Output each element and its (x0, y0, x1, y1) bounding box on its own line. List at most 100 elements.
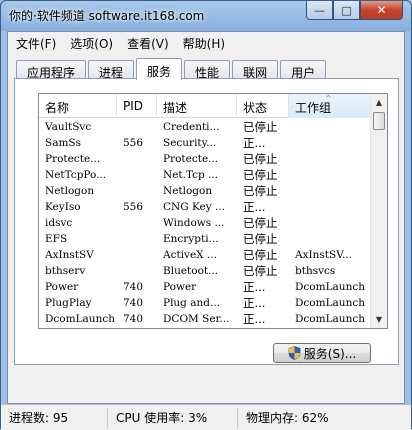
service-description: Security... (163, 137, 217, 149)
scroll-up-icon[interactable]: ▲ (371, 94, 387, 111)
tab-applications[interactable]: 应用程序 (16, 60, 87, 80)
service-status: 正... (243, 136, 266, 150)
service-status: 已停止 (243, 216, 278, 230)
service-name: Netlogon (45, 185, 95, 197)
table-row[interactable]: VaultSvc Credenti... 已停止 (39, 119, 372, 135)
table-row[interactable]: Protecte... Protecte... 已停止 (39, 151, 372, 167)
title-bar[interactable]: 你的·软件频道 software.it168.com — □ ✕ (1, 1, 411, 31)
service-description: Power (163, 281, 197, 293)
service-description: Encrypti... (163, 233, 219, 245)
tab-processes[interactable]: 进程 (88, 60, 135, 80)
service-status: 已停止 (243, 264, 278, 278)
service-pid: 556 (123, 201, 144, 213)
service-name: VaultSvc (45, 121, 92, 133)
service-status: 正... (243, 200, 266, 214)
client-area: 文件(F) 选项(O) 查看(V) 帮助(H) 应用程序 进程 服务 性能 联网… (7, 31, 405, 404)
table-row[interactable]: WinHttpA... WinHTTP ...已停止LocalSer... (39, 327, 372, 328)
task-manager-window: 你的·软件频道 software.it168.com — □ ✕ 文件(F) 选… (0, 0, 412, 430)
service-status: 已停止 (237, 327, 289, 328)
tab-networking[interactable]: 联网 (232, 60, 279, 80)
service-pid (117, 263, 157, 279)
service-description: Netlogon (163, 185, 213, 197)
service-pid (117, 215, 157, 231)
column-header-description[interactable]: 描述 (157, 94, 237, 118)
status-bar: 进程数: 95 CPU 使用率: 3% 物理内存: 62% (1, 404, 411, 430)
service-description: WinHTTP ... (157, 327, 237, 328)
service-group (289, 231, 372, 247)
table-row[interactable]: Netlogon Netlogon 已停止 (39, 183, 372, 199)
table-row[interactable]: PlugPlay 740 Plug and... 正... DcomLaunch (39, 295, 372, 311)
table-row[interactable]: EFS Encrypti... 已停止 (39, 231, 372, 247)
service-pid (117, 183, 157, 199)
service-status: 正... (243, 296, 266, 310)
service-status: 已停止 (243, 184, 278, 198)
service-name: WinHttpA... (39, 327, 117, 328)
table-row[interactable]: Power 740 Power 正... DcomLaunch (39, 279, 372, 295)
table-row[interactable]: SamSs 556 Security... 正... (39, 135, 372, 151)
service-pid: 740 (123, 281, 144, 293)
table-row[interactable]: AxInstSV ActiveX ... 已停止 AxInstSV... (39, 247, 372, 263)
tab-services[interactable]: 服务 (136, 58, 183, 80)
status-process-count: 进程数: 95 (1, 407, 108, 428)
service-group (289, 215, 372, 231)
table-row[interactable]: NetTcpPo... Net.Tcp ... 已停止 (39, 167, 372, 183)
close-button[interactable]: ✕ (360, 1, 403, 20)
service-name: EFS (45, 233, 68, 245)
menu-bar: 文件(F) 选项(O) 查看(V) 帮助(H) (8, 32, 404, 54)
service-name: idsvc (45, 217, 73, 229)
menu-options[interactable]: 选项(O) (62, 32, 119, 54)
tab-users[interactable]: 用户 (280, 60, 327, 80)
service-description: ActiveX ... (163, 249, 218, 261)
service-status: 正... (243, 280, 266, 294)
services-rows: VaultSvc Credenti... 已停止 SamSs 556 Security..… (39, 119, 372, 328)
service-name: NetTcpPo... (45, 169, 107, 181)
service-group (289, 119, 372, 135)
tab-strip: 应用程序 进程 服务 性能 联网 用户 (16, 58, 328, 80)
table-row[interactable]: DcomLaunch 740 DCOM Ser... 正... DcomLaunch (39, 311, 372, 327)
service-status: 正... (243, 312, 266, 326)
status-memory-usage: 物理内存: 62% (246, 410, 329, 425)
tab-performance[interactable]: 性能 (184, 60, 231, 80)
service-pid: 740 (123, 297, 144, 309)
column-header-name[interactable]: 名称 (39, 94, 117, 118)
service-name: DcomLaunch (45, 313, 115, 325)
services-button[interactable]: 服务(S)... (273, 343, 371, 363)
service-group: bthsvcs (295, 265, 336, 277)
minimize-button[interactable]: — (306, 1, 333, 20)
service-name: PlugPlay (45, 297, 92, 309)
service-name: bthserv (45, 265, 86, 277)
service-description: DCOM Ser... (163, 313, 230, 325)
service-name: Power (45, 281, 79, 293)
column-header-group-label: 工作组 (295, 101, 332, 115)
maximize-button[interactable]: □ (333, 1, 360, 20)
menu-file[interactable]: 文件(F) (8, 32, 62, 54)
scroll-down-icon[interactable]: ▼ (371, 311, 387, 328)
scroll-thumb[interactable] (373, 112, 385, 130)
service-description: Bluetoot... (163, 265, 219, 277)
service-pid (117, 167, 157, 183)
window-title: 你的·软件频道 software.it168.com (9, 9, 205, 23)
service-pid (117, 151, 157, 167)
service-status: 已停止 (243, 248, 278, 262)
service-group (289, 135, 372, 151)
column-header-pid[interactable]: PID (117, 94, 157, 118)
services-button-label: 服务(S)... (303, 346, 357, 361)
service-group: DcomLaunch (295, 281, 365, 293)
table-row[interactable]: bthserv Bluetoot... 已停止 bthsvcs (39, 263, 372, 279)
service-pid (117, 231, 157, 247)
services-list: 名称 PID 描述 状态 ^ 工作组 VaultSvc Credenti... 已停… (38, 93, 388, 329)
services-panel: 名称 PID 描述 状态 ^ 工作组 VaultSvc Credenti... 已停… (14, 78, 399, 365)
service-group: DcomLaunch (295, 297, 365, 309)
service-name: SamSs (45, 137, 81, 149)
service-pid (117, 119, 157, 135)
column-header-status[interactable]: 状态 (237, 94, 289, 118)
service-status: 已停止 (243, 152, 278, 166)
service-group (289, 151, 372, 167)
column-header-group[interactable]: ^ 工作组 (289, 94, 372, 118)
uac-shield-icon (288, 346, 301, 360)
vertical-scrollbar[interactable]: ▲ ▼ (370, 94, 387, 328)
table-row[interactable]: idsvc Windows ... 已停止 (39, 215, 372, 231)
menu-help[interactable]: 帮助(H) (175, 32, 231, 54)
table-row[interactable]: KeyIso 556 CNG Key ... 正... (39, 199, 372, 215)
menu-view[interactable]: 查看(V) (119, 32, 175, 54)
